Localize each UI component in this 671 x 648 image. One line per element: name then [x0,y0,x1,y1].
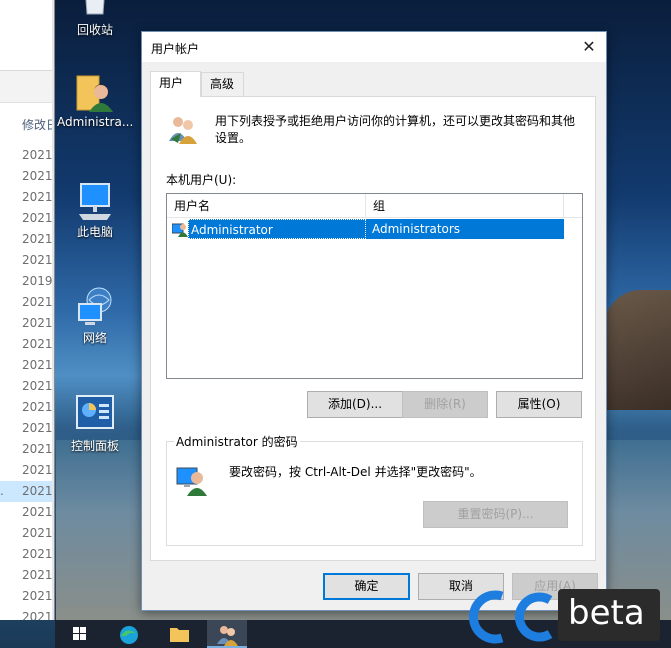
explorer-row-date[interactable]: 2021/ [0,334,54,355]
users-icon [217,626,238,646]
cell-username[interactable]: Administrator [188,219,366,239]
explorer-column-modified[interactable]: 修改日 [22,116,54,133]
ok-button[interactable]: 确定 [323,573,410,600]
table-row[interactable]: Administrator Administrators [167,219,564,239]
explorer-scrollbar[interactable] [52,0,54,620]
user-icon [171,221,188,237]
local-users-label: 本机用户(U): [166,173,237,187]
explorer-row-date[interactable]: 2019/ [0,271,54,292]
edge-browser-icon [120,626,138,644]
users-icon [167,113,199,145]
remove-button[interactable]: 删除(R) [402,391,488,418]
desktop-icon-user-folder[interactable]: Administra... [57,72,133,129]
explorer-row-date[interactable]: . 2021/ [0,481,55,502]
explorer-row-date[interactable]: 2021/ [0,586,54,607]
explorer-row-date[interactable]: 2021/ [0,355,54,376]
explorer-row-date[interactable]: 2021/ [0,376,54,397]
users-listview[interactable]: 用户名 组 Administrator Administrators [166,193,583,379]
password-group-title: Administrator 的密码 [174,433,300,450]
dialog-titlebar[interactable]: 用户帐户 ✕ [142,32,606,62]
add-button[interactable]: 添加(D)... [307,391,403,418]
taskbar-file-explorer[interactable] [159,620,199,648]
explorer-row-date[interactable]: 2021/ [0,439,54,460]
taskbar-edge[interactable] [109,620,149,648]
user-accounts-dialog: 用户帐户 ✕ 用户 高级 用下列表授予或拒绝用户访问你的计算机，还可以更改其密码… [141,31,607,611]
explorer-file-list[interactable]: 2021/2021/2021/2021/2021/2021/2019/2021/… [0,145,55,620]
explorer-row-text: 2021/ [22,484,55,498]
explorer-header [0,0,54,70]
explorer-row-date[interactable]: 2021/ [0,229,54,250]
start-button[interactable] [59,620,99,648]
watermark-text: beta [568,593,645,633]
explorer-row-date[interactable]: 2021/ [0,523,54,544]
watermark-logo: beta [468,586,671,648]
column-header-group[interactable]: 组 [366,194,564,218]
explorer-row-date[interactable]: 2021/ [0,607,54,620]
desktop-icon-network[interactable]: 网络 [57,286,133,346]
tab-advanced[interactable]: 高级 [201,72,244,96]
password-hint-text: 要改密码，按 Ctrl-Alt-Del 并选择"更改密码"。 [229,465,482,479]
explorer-row-date[interactable]: 2021/ [0,292,54,313]
explorer-row-date[interactable]: 2021/ [0,460,54,481]
desktop-icon-label: 回收站 [76,23,113,37]
explorer-address-bar[interactable] [0,71,54,103]
explorer-row-date[interactable]: 2021/ [0,145,54,166]
explorer-row-date[interactable]: 2021/ [0,544,54,565]
password-user-icon [176,464,208,496]
watermark-box: beta [558,589,660,641]
explorer-row-date[interactable]: 2021/ [0,187,54,208]
tab-users[interactable]: 用户 [150,71,201,97]
properties-button[interactable]: 属性(O) [496,391,582,418]
desktop-icon-label: Administra... [57,115,133,129]
desktop-icon-recycle-bin[interactable]: 回收站 [57,0,133,38]
explorer-row-date[interactable]: 2021/ [0,502,54,523]
column-header-username[interactable]: 用户名 [167,194,366,218]
computer-icon [75,180,115,220]
intro-text: 用下列表授予或拒绝用户访问你的计算机，还可以更改其密码和其他设置。 [215,114,576,145]
tab-panel-users: 用下列表授予或拒绝用户访问你的计算机，还可以更改其密码和其他设置。 本机用户(U… [150,96,596,561]
desktop-icon-label: 此电脑 [76,225,113,239]
oc-logo-icon [468,590,553,644]
explorer-row-date[interactable]: 2021/ [0,565,54,586]
desktop-icon-label: 控制面板 [70,439,119,453]
explorer-row-date[interactable]: 2021/ [0,313,54,334]
password-group: Administrator 的密码 [166,433,583,546]
close-icon[interactable]: ✕ [572,32,606,62]
desktop-icon-control-panel[interactable]: 控制面板 [57,394,133,454]
file-explorer-window[interactable]: 修改日 2021/2021/2021/2021/2021/2021/2019/2… [0,0,55,620]
desktop-wallpaper-cliff [600,290,671,410]
reset-password-button[interactable]: 重置密码(P)... [423,501,568,528]
taskbar-user-accounts[interactable] [207,620,247,648]
cell-group[interactable]: Administrators [366,219,564,239]
explorer-row-prefix: . [0,484,4,498]
desktop-icon-label: 网络 [82,331,107,345]
explorer-row-date[interactable]: 2021/ [0,418,54,439]
dialog-title: 用户帐户 [151,42,200,56]
explorer-row-date[interactable]: 2021/ [0,208,54,229]
listview-header: 用户名 组 [167,194,582,218]
control-panel-icon [75,394,115,434]
folder-icon [170,628,189,642]
recycle-bin-icon [75,0,115,18]
explorer-row-date[interactable]: 2021/ [0,166,54,187]
windows-logo-icon [73,627,86,640]
explorer-row-date[interactable]: 2021/ [0,397,54,418]
explorer-row-date[interactable]: 2021/ [0,250,54,271]
desktop-icon-this-pc[interactable]: 此电脑 [57,180,133,240]
user-folder-icon [75,72,115,112]
network-globe-icon [75,286,115,326]
